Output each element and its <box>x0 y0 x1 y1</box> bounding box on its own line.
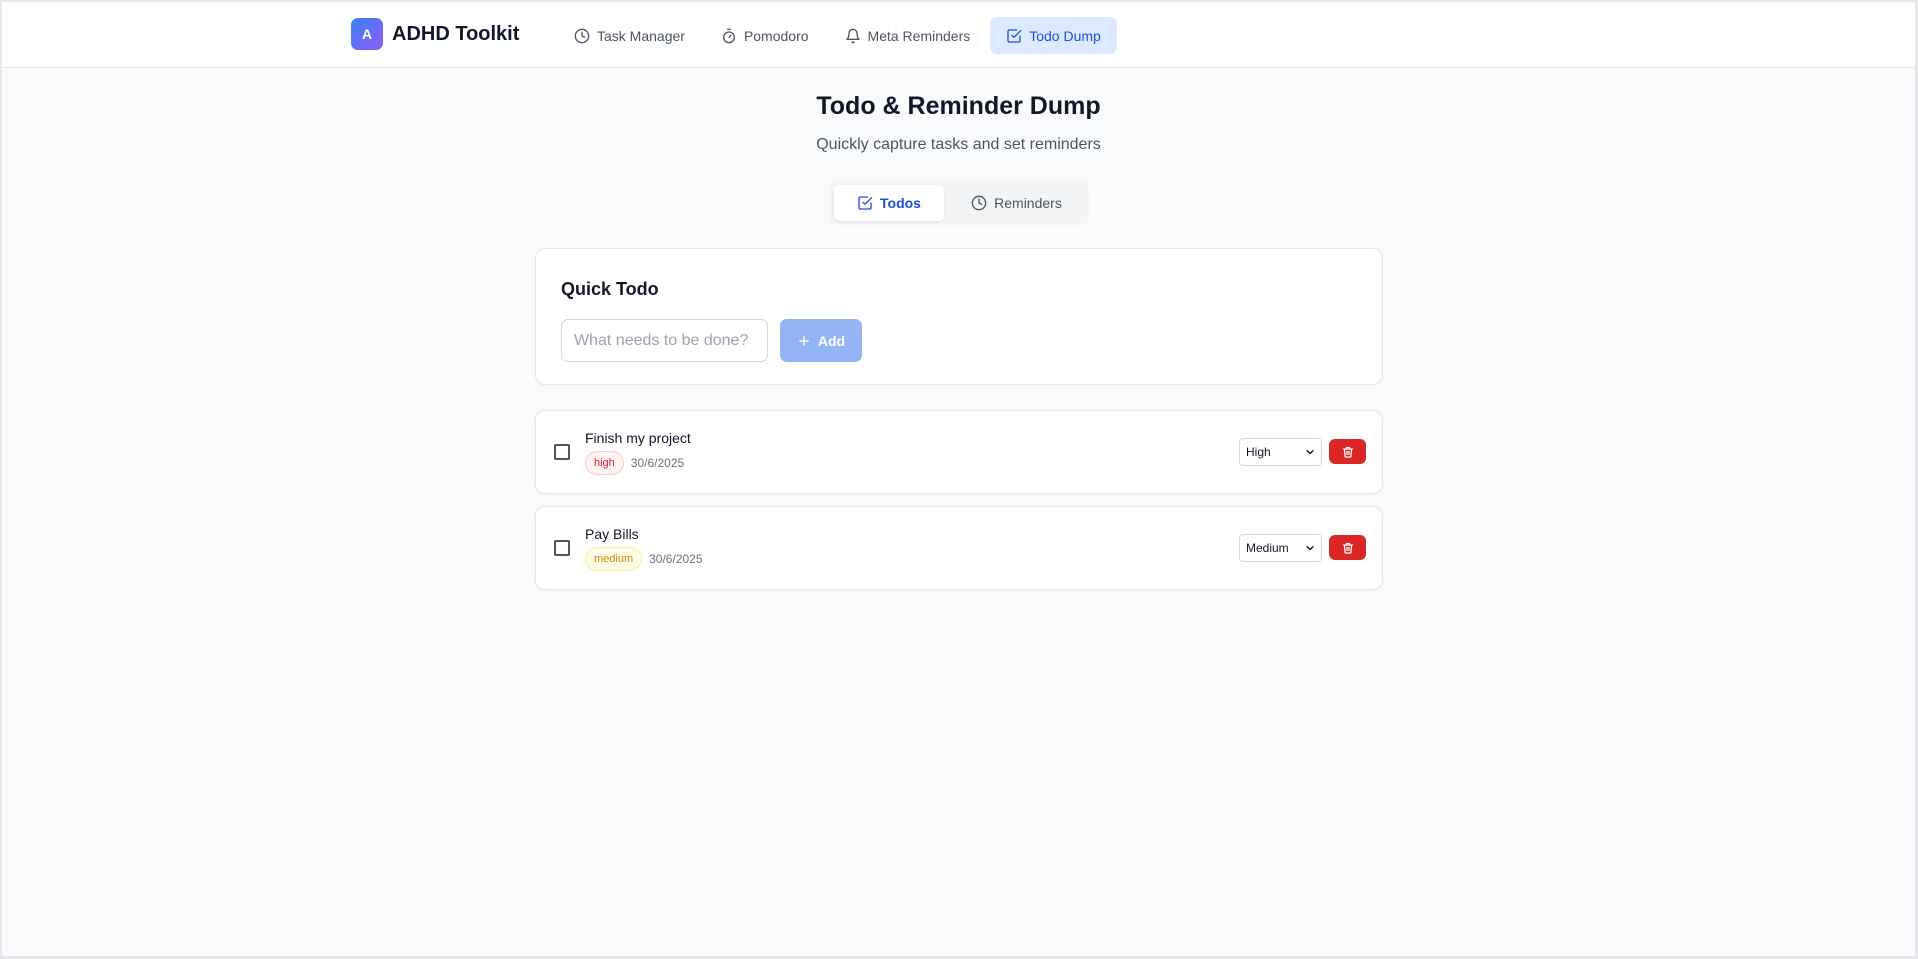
nav-item-label: Task Manager <box>597 27 685 44</box>
tab-label: Todos <box>880 195 921 211</box>
priority-select[interactable]: High <box>1239 438 1322 466</box>
todo-date: 30/6/2025 <box>630 456 685 470</box>
priority-select[interactable]: Medium <box>1239 534 1322 562</box>
nav-item-todo-dump[interactable]: Todo Dump <box>990 17 1117 54</box>
nav-item-label: Pomodoro <box>743 27 809 44</box>
tab-todos[interactable]: Todos <box>834 185 944 221</box>
tab-label: Reminders <box>994 195 1062 211</box>
todo-checkbox[interactable] <box>554 540 570 556</box>
nav-item-label: Meta Reminders <box>867 27 971 44</box>
priority-badge: high <box>585 451 624 475</box>
add-button-label: Add <box>817 332 846 349</box>
quick-todo-title: Quick Todo <box>561 279 659 299</box>
chevron-down-icon <box>1306 546 1314 551</box>
delete-todo-button[interactable] <box>1329 535 1366 560</box>
todo-text: Finish my project <box>585 430 691 446</box>
todo-date: 30/6/2025 <box>649 552 703 566</box>
priority-badge: medium <box>585 547 643 571</box>
todo-item: Finish my project high 30/6/2025 High <box>535 410 1383 494</box>
trash-icon <box>1342 446 1353 458</box>
nav-item-task-manager[interactable]: Task Manager <box>558 17 701 54</box>
quick-todo-card: Quick Todo Add <box>535 248 1383 385</box>
todo-checkbox[interactable] <box>554 444 570 460</box>
nav-item-label: Todo Dump <box>1029 27 1101 44</box>
plus-icon <box>799 335 809 346</box>
clock-icon <box>574 28 590 43</box>
brand[interactable]: A ADHD Toolkit <box>351 18 519 50</box>
todo-text: Pay Bills <box>585 526 639 542</box>
chevron-down-icon <box>1306 450 1314 455</box>
priority-select-value: High <box>1246 445 1271 459</box>
page-title: Todo & Reminder Dump <box>816 92 1101 120</box>
todo-meta: high 30/6/2025 <box>585 451 684 475</box>
nav-item-meta-reminders[interactable]: Meta Reminders <box>829 17 987 54</box>
tab-reminders[interactable]: Reminders <box>948 185 1085 221</box>
todo-meta: medium 30/6/2025 <box>585 547 703 571</box>
app-name: ADHD Toolkit <box>392 22 520 45</box>
timer-icon <box>722 28 735 43</box>
todo-item: Pay Bills medium 30/6/2025 Medium <box>535 506 1383 590</box>
bell-icon <box>845 28 860 43</box>
view-tabs: Todos Reminders <box>830 181 1089 225</box>
new-todo-input[interactable] <box>561 319 768 362</box>
check-square-icon <box>858 196 873 210</box>
clock-icon <box>971 195 987 211</box>
main-nav: Task Manager Pomodoro Meta Reminders Tod… <box>558 17 1117 54</box>
priority-select-value: Medium <box>1246 541 1289 555</box>
check-square-icon <box>1007 28 1022 43</box>
page-subtitle: Quickly capture tasks and set reminders <box>816 136 1101 153</box>
nav-item-pomodoro[interactable]: Pomodoro <box>705 17 825 54</box>
top-navigation-bar: A ADHD Toolkit Task Manager Pomodoro Met… <box>2 2 1915 68</box>
trash-icon <box>1342 542 1353 554</box>
app-window: A ADHD Toolkit Task Manager Pomodoro Met… <box>2 2 1915 956</box>
delete-todo-button[interactable] <box>1329 439 1366 464</box>
add-todo-button[interactable]: Add <box>780 319 862 362</box>
app-logo: A <box>351 18 383 50</box>
